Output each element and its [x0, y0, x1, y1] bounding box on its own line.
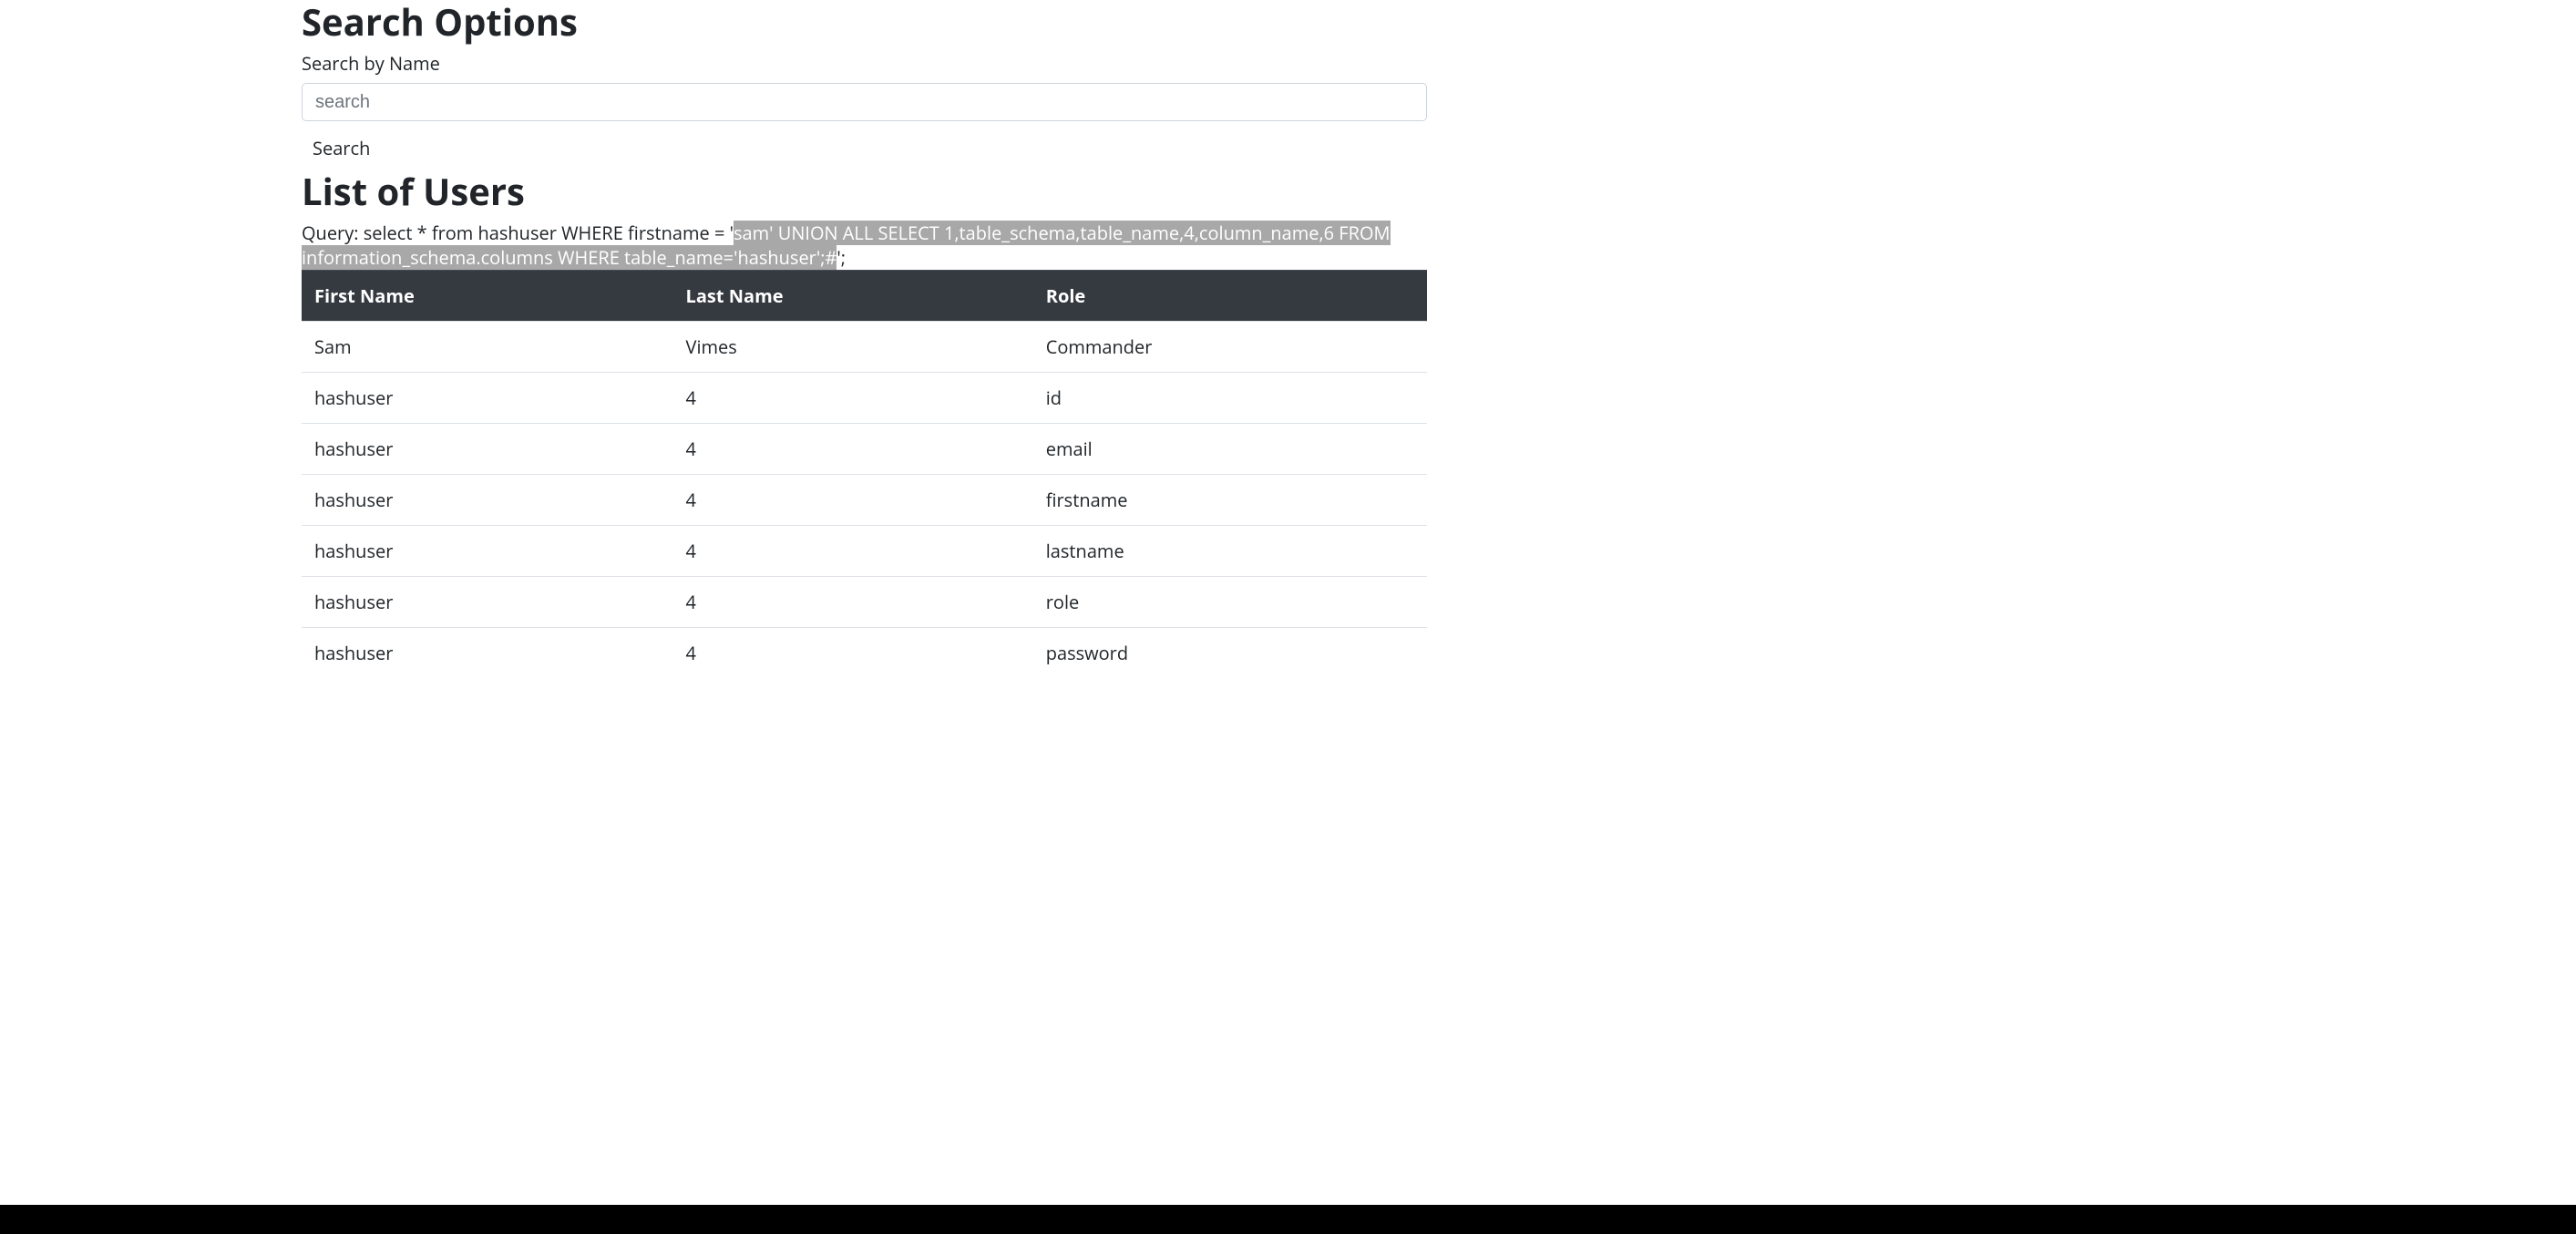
search-by-name-label: Search by Name [302, 51, 1427, 76]
cell-role: lastname [1033, 526, 1427, 577]
query-text: Query: select * from hashuser WHERE firs… [302, 221, 1427, 270]
table-row: hashuser4lastname [302, 526, 1427, 577]
query-prefix: Query: select * from hashuser WHERE firs… [302, 221, 734, 245]
cell-first-name: hashuser [302, 577, 673, 628]
cell-last-name: 4 [673, 475, 1033, 526]
bottom-bar [0, 1205, 2576, 1234]
table-row: hashuser4firstname [302, 475, 1427, 526]
cell-first-name: hashuser [302, 526, 673, 577]
table-row: hashuser4password [302, 628, 1427, 679]
search-options-heading: Search Options [302, 0, 1427, 44]
cell-last-name: 4 [673, 526, 1033, 577]
table-row: hashuser4role [302, 577, 1427, 628]
table-header-row: First Name Last Name Role [302, 271, 1427, 322]
cell-role: role [1033, 577, 1427, 628]
table-row: hashuser4id [302, 373, 1427, 424]
users-table: First Name Last Name Role SamVimesComman… [302, 270, 1427, 678]
cell-last-name: 4 [673, 628, 1033, 679]
cell-last-name: 4 [673, 577, 1033, 628]
table-row: SamVimesCommander [302, 322, 1427, 373]
cell-role: Commander [1033, 322, 1427, 373]
table-row: hashuser4email [302, 424, 1427, 475]
cell-first-name: Sam [302, 322, 673, 373]
cell-role: id [1033, 373, 1427, 424]
cell-first-name: hashuser [302, 424, 673, 475]
query-suffix: '; [836, 245, 846, 270]
header-last-name: Last Name [673, 271, 1033, 322]
cell-role: email [1033, 424, 1427, 475]
header-role: Role [1033, 271, 1427, 322]
list-of-users-heading: List of Users [302, 170, 1427, 213]
cell-role: password [1033, 628, 1427, 679]
search-input[interactable] [302, 83, 1427, 121]
cell-first-name: hashuser [302, 628, 673, 679]
header-first-name: First Name [302, 271, 673, 322]
cell-first-name: hashuser [302, 475, 673, 526]
cell-role: firstname [1033, 475, 1427, 526]
search-button[interactable]: Search [302, 130, 381, 166]
cell-first-name: hashuser [302, 373, 673, 424]
cell-last-name: 4 [673, 424, 1033, 475]
cell-last-name: 4 [673, 373, 1033, 424]
cell-last-name: Vimes [673, 322, 1033, 373]
